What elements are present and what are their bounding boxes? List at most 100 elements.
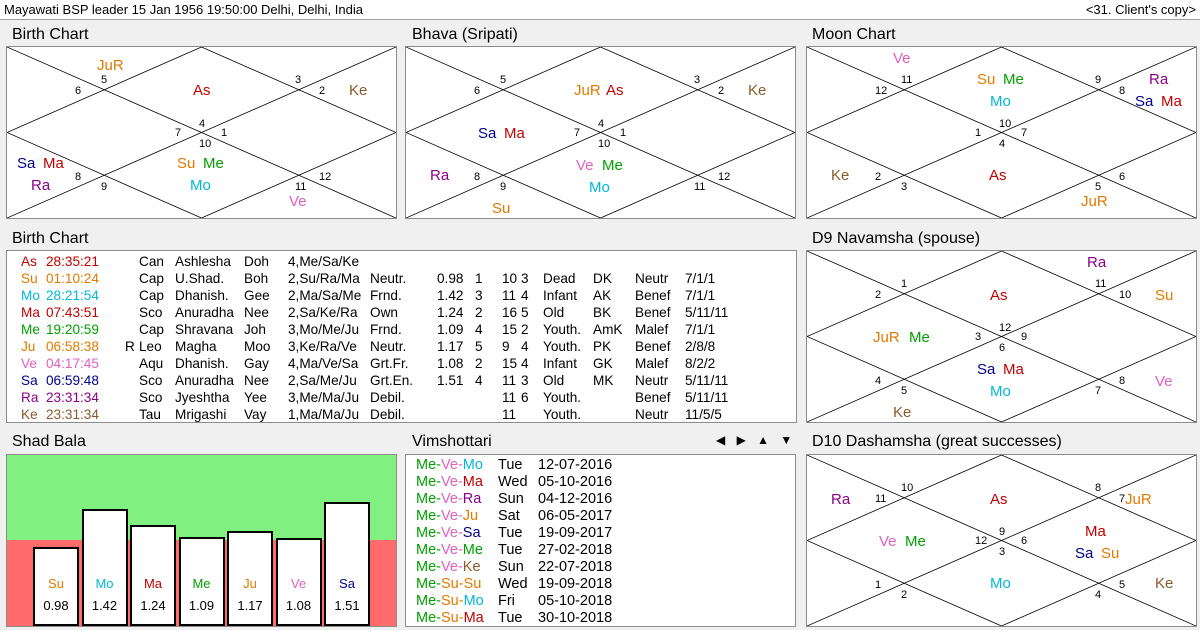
birth-table-cell-deg: 19:20:59 [46,322,99,337]
birth-table-cell-nak: Magha [175,339,217,354]
bhava-chart-title: Bhava (Sripati) [412,26,518,43]
dasha-date: 19-09-2017 [538,525,613,541]
dasha-date: 06-05-2017 [538,508,613,524]
birth-table-cell-planet: Su [21,271,38,286]
house-number: 9 [1095,74,1102,86]
birth-table-cell-deg: 07:43:51 [46,305,99,320]
birth-table-cell-planet: Me [21,322,40,337]
house-number: 6 [1021,535,1028,547]
house-number: 4 [999,138,1006,150]
shad-bala-planet-label: Mo [95,576,114,591]
bhava-chart[interactable]: JuR As Ke Sa Ma Ra Ve Me Mo Su 5 6 3 2 4 7 1 10 8 9 11 12 [405,46,796,219]
house-number: 5 [101,74,108,86]
planet-label: Ma [1003,361,1024,378]
navamsha-chart-title: D9 Navamsha (spouse) [812,230,981,247]
house-number: 11 [694,181,706,193]
dasha-period-planets: Me-Ve-Ma [416,474,483,490]
vimshottari-dasha-list: Me-Ve-Mo Tue 12-07-2016 Me-Ve-Ma Wed 05-10-20… [405,454,796,627]
birth-table-cell-age: Youth. [543,407,582,422]
house-number: 4 [875,375,882,387]
planet-label: Su [177,155,196,172]
planet-label: Ke [349,82,368,99]
client-copy-label[interactable]: <31. Client's copy> [1086,0,1196,19]
birth-table-cell-nak: Jyeshtha [175,390,230,405]
birth-table-cell-val: 1.24 [437,305,464,320]
house-number: 5 [500,74,507,86]
birth-details-table: As 28:35:21 Can Ashlesha Doh 4,Me/Sa/Ke Su 01:1… [6,250,797,423]
birth-table-cell-deg: 23:31:34 [46,390,99,405]
birth-table-cell-planet: Ra [21,390,39,405]
birth-table-cell-planet: Ve [21,356,37,371]
navamsha-chart[interactable]: Ra As Su JuR Me Sa Ma Mo Ve Ke 1 2 11 10 12 3 9 6 4 5 7 8 [806,250,1197,423]
house-number: 11 [295,181,307,193]
planet-label: Mo [990,383,1011,400]
house-number: 12 [875,85,888,97]
planet-label: Me [905,533,926,550]
birth-table-cell-pada: 2,Sa/Me/Ju [288,373,357,388]
birth-table-cell-karaka: DK [593,271,612,286]
dasha-day: Wed [498,576,528,592]
planet-label: Ra [31,177,51,194]
house-number: 3 [295,74,302,86]
dasha-period-planets: Me-Ve-Mo [416,457,483,473]
planet-label: JuR [1081,193,1108,210]
birth-table-cell-nak: Shravana [175,322,234,337]
moon-chart-title: Moon Chart [812,26,896,43]
birth-table-cell-nature: Neutr [635,373,669,388]
birth-table-cell-sub: Moo [244,339,271,354]
dasha-day: Wed [498,474,528,490]
birth-table-cell-pada: 1,Ma/Ma/Ju [288,407,360,422]
birth-table-cell-deg: 28:21:54 [46,288,99,303]
birth-table-cell-karaka: AK [593,288,612,303]
birth-table-cell-age: Youth. [543,339,582,354]
birth-table-cell-sub: Boh [244,271,269,286]
birth-table-cell-nak: Anuradha [175,305,234,320]
birth-table-cell-nature: Benef [635,305,671,320]
planet-label: Ma [1161,93,1182,110]
birth-table-cell-h: 15 [502,322,518,337]
birth-chart[interactable]: JuR As Ke Sa Ma Ra Su Me Mo Ve 5 6 3 2 4 7 1 10 8 9 11 12 [6,46,397,219]
planet-label: Ra [430,167,450,184]
birth-table-cell-age: Infant [543,288,578,303]
house-number: 11 [901,74,913,86]
birth-table-cell-x: 3 [521,373,529,388]
house-number: 11 [875,493,887,505]
dasha-day: Sun [498,559,524,575]
house-number: 7 [1095,385,1102,397]
house-number: 6 [75,85,82,97]
house-number: 5 [1095,181,1102,193]
house-number: 7 [175,127,182,139]
planet-label: As [193,82,211,99]
planet-label: Mo [990,93,1011,110]
vimshottari-nav-arrows[interactable]: ◀ ▶ ▲ ▼ [716,433,796,447]
birth-table-cell-rel: Grt.Fr. [370,356,409,371]
chart-grid-lines [807,455,1196,626]
planet-label: Sa [1075,545,1094,562]
shad-bala-planet-label: Ve [290,576,307,591]
birth-table-cell-a: 3 [475,288,483,303]
shad-bala-planet-label: Su [48,576,64,591]
birth-table-cell-pada: 2,Su/Ra/Ma [288,271,360,286]
house-number: 8 [75,171,82,183]
dasha-period-planets: Me-Ve-Ra [416,491,482,507]
house-number: 9 [999,526,1006,538]
planet-label: Ve [893,50,911,67]
birth-table-cell-val: 1.17 [437,339,464,354]
moon-chart[interactable]: Ve Su Me Mo Ra Sa Ma Ke As JuR 11 12 9 8 10 1 7 4 2 3 5 6 [806,46,1197,219]
birth-table-cell-h: 15 [502,356,518,371]
birth-table-cell-nature: Malef [635,356,669,371]
birth-table-title: Birth Chart [12,230,89,247]
birth-table-cell-planet: Sa [21,373,38,388]
planet-label: As [990,287,1008,304]
birth-table-cell-sign: Cap [139,322,164,337]
planet-label: Ve [289,193,307,210]
house-number: 7 [1119,493,1126,505]
birth-table-cell-a: 2 [475,356,483,371]
house-number: 1 [875,579,882,591]
birth-table-cell-a: 5 [475,339,483,354]
dashamsha-chart[interactable]: Ra As JuR Ve Me Ma Sa Su Mo Ke 10 11 8 7 9 12 6 3 1 2 4 5 [806,454,1197,627]
planet-label: As [989,167,1007,184]
birth-table-cell-planet: Mo [21,288,40,303]
dasha-day: Sun [498,491,524,507]
birth-table-cell-planet: Ke [21,407,38,422]
